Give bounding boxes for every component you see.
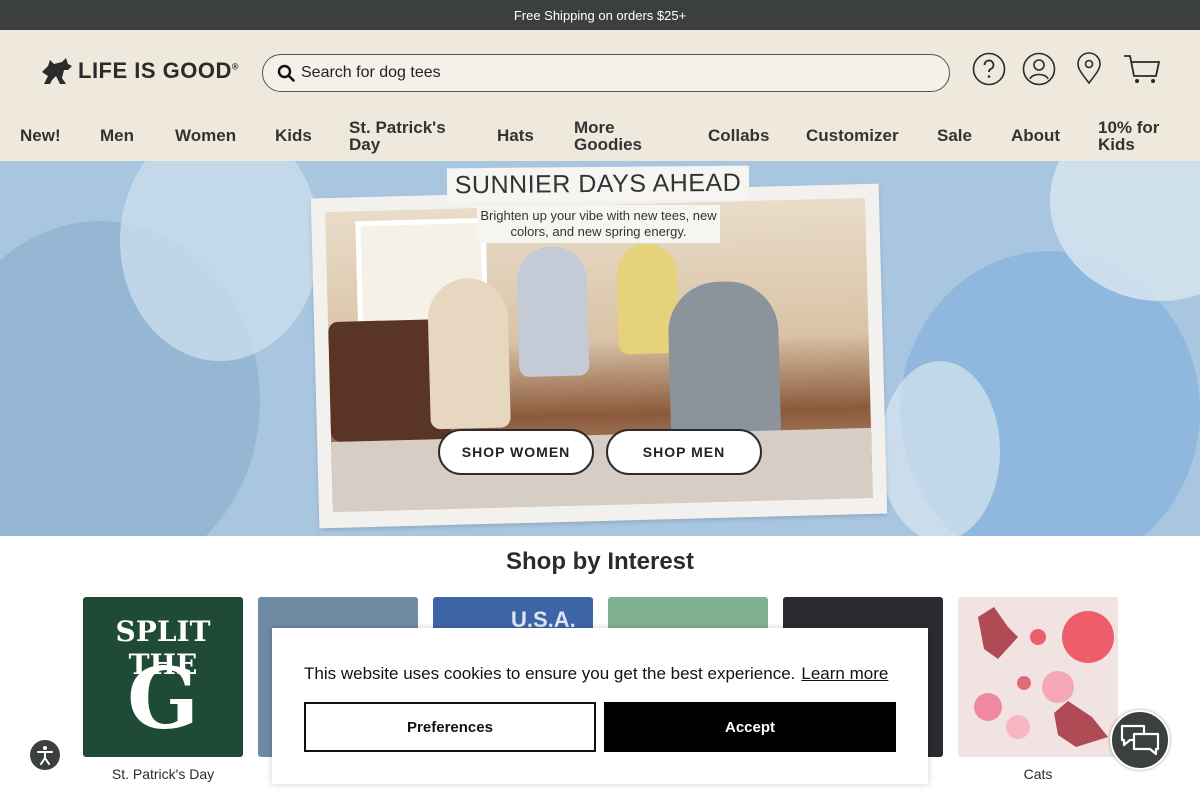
nav-item-hats[interactable]: Hats bbox=[497, 127, 574, 144]
promo-text: Free Shipping on orders $25+ bbox=[513, 7, 687, 23]
tile-art-letter: G bbox=[127, 649, 199, 748]
help-icon[interactable] bbox=[972, 52, 1006, 86]
tile-label: St. Patrick's Day bbox=[111, 766, 215, 782]
hero-subtitle: Brighten up your vibe with new tees, new… bbox=[477, 205, 720, 243]
cookie-message-text: This website uses cookies to ensure you … bbox=[304, 664, 796, 683]
search-icon[interactable] bbox=[277, 64, 295, 82]
search-input[interactable] bbox=[301, 64, 901, 82]
main-nav: New! Men Women Kids St. Patrick's Day Ha… bbox=[0, 110, 1200, 161]
nav-item-more-goodies[interactable]: More Goodies bbox=[574, 119, 708, 153]
nav-item-collabs[interactable]: Collabs bbox=[708, 127, 806, 144]
person bbox=[667, 280, 782, 454]
rug bbox=[331, 427, 873, 513]
search-bar[interactable] bbox=[262, 54, 950, 92]
nav-item-men[interactable]: Men bbox=[100, 127, 175, 144]
hero-decoration bbox=[880, 361, 1000, 536]
dog-logo-icon bbox=[42, 58, 72, 84]
site-header: LIFE IS GOOD® New! Men Women Kids St. Pa… bbox=[0, 30, 1200, 161]
cookie-banner: This website uses cookies to ensure you … bbox=[272, 628, 928, 784]
promo-bar: Free Shipping on orders $25+ bbox=[0, 0, 1200, 30]
hero-banner[interactable]: SUNNIER DAYS AHEAD Brighten up your vibe… bbox=[0, 161, 1200, 536]
interest-tile-st-patricks-day[interactable]: SPLIT THE G St. Patrick's Day bbox=[83, 597, 243, 782]
cookie-message: This website uses cookies to ensure you … bbox=[304, 664, 888, 684]
account-icon[interactable] bbox=[1022, 52, 1056, 86]
shop-women-button[interactable]: SHOP WOMEN bbox=[438, 429, 594, 475]
site-logo[interactable]: LIFE IS GOOD® bbox=[40, 56, 239, 86]
nav-item-st-patricks-day[interactable]: St. Patrick's Day bbox=[349, 119, 497, 153]
tile-image: SPLIT THE G bbox=[83, 597, 243, 757]
tile-label: Cats bbox=[1023, 766, 1053, 782]
nav-item-kids[interactable]: Kids bbox=[275, 127, 349, 144]
section-title: Shop by Interest bbox=[505, 548, 695, 575]
store-locator-icon[interactable] bbox=[1072, 52, 1106, 86]
nav-item-10-for-kids[interactable]: 10% for Kids bbox=[1098, 119, 1178, 153]
person bbox=[426, 277, 511, 430]
hero-photo bbox=[325, 197, 873, 513]
logo-wordmark: LIFE IS GOOD® bbox=[78, 58, 240, 83]
person bbox=[516, 245, 590, 378]
preferences-button[interactable]: Preferences bbox=[304, 702, 596, 752]
learn-more-link[interactable]: Learn more bbox=[801, 664, 888, 683]
accept-button[interactable]: Accept bbox=[604, 702, 896, 752]
chat-icon[interactable] bbox=[1110, 710, 1170, 770]
nav-item-customizer[interactable]: Customizer bbox=[806, 127, 937, 144]
accessibility-icon[interactable] bbox=[30, 740, 60, 770]
hero-title: SUNNIER DAYS AHEAD bbox=[446, 165, 750, 203]
nav-item-women[interactable]: Women bbox=[175, 127, 275, 144]
utility-icons bbox=[972, 52, 1162, 86]
cats-art bbox=[974, 607, 1114, 747]
tile-image bbox=[958, 597, 1118, 757]
nav-item-about[interactable]: About bbox=[1011, 127, 1098, 144]
cart-icon[interactable] bbox=[1122, 52, 1162, 86]
nav-item-sale[interactable]: Sale bbox=[937, 127, 1011, 144]
shop-men-button[interactable]: SHOP MEN bbox=[606, 429, 762, 475]
interest-tile-cats[interactable]: Cats bbox=[958, 597, 1118, 782]
nav-item-new[interactable]: New! bbox=[20, 127, 100, 144]
